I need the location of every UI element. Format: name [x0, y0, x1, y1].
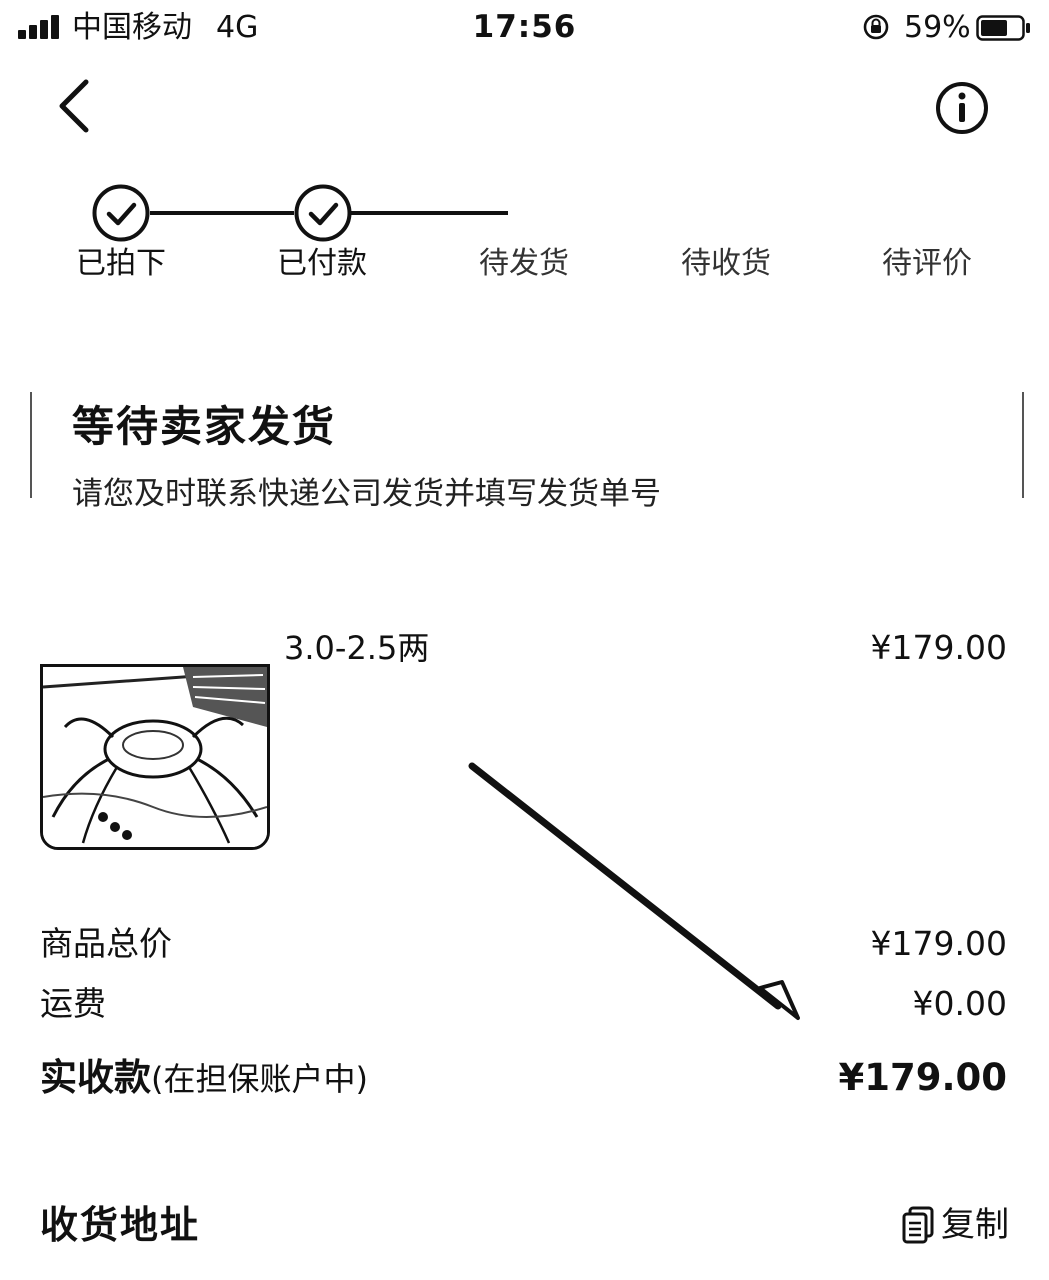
- order-status-card: 等待卖家发货 请您及时联系快递公司发货并填写发货单号: [30, 392, 1024, 512]
- copy-icon: [902, 1206, 934, 1244]
- chevron-left-icon: [59, 79, 89, 133]
- step-label: 待评价: [882, 246, 972, 281]
- crab-photo: [43, 667, 267, 847]
- address-section-title: 收货地址: [40, 1203, 201, 1247]
- step-label: 已付款: [277, 246, 367, 281]
- total-label-group: 实收款(在担保账户中): [40, 1056, 368, 1101]
- subtotal-value: ¥179.00: [870, 924, 1007, 963]
- copy-address-button[interactable]: 复制: [901, 1202, 1009, 1248]
- total-row: 实收款(在担保账户中) ¥179.00: [40, 1056, 1007, 1104]
- product-image[interactable]: [40, 664, 270, 850]
- step-label: 已拍下: [76, 246, 166, 281]
- progress-line: [150, 211, 294, 215]
- status-time: 17:56: [472, 9, 577, 45]
- subtotal-label: 商品总价: [40, 924, 172, 963]
- copy-label: 复制: [941, 1205, 1009, 1245]
- info-button[interactable]: [934, 80, 990, 136]
- step-complete-check-icon: [92, 184, 150, 242]
- total-label: 实收款: [40, 1056, 151, 1099]
- total-note: (在担保账户中): [151, 1060, 368, 1098]
- product-title[interactable]: 3.0-2.5两: [284, 628, 429, 668]
- status-bar: 中国移动 4G 17:56 59%: [0, 0, 1049, 56]
- subtotal-row: 商品总价 ¥179.00: [40, 922, 1007, 970]
- order-status-title: 等待卖家发货: [72, 402, 337, 451]
- info-icon: [936, 82, 988, 134]
- step-complete-check-icon: [294, 184, 352, 242]
- order-status-description: 请您及时联系快递公司发货并填写发货单号: [72, 476, 661, 512]
- battery-icon: [976, 15, 1030, 41]
- step-label: 待收货: [681, 246, 771, 281]
- shipping-label: 运费: [40, 984, 106, 1023]
- step-label: 待发货: [479, 246, 569, 281]
- rotation-lock-icon: [863, 14, 889, 40]
- product-price: ¥179.00: [870, 628, 1007, 667]
- back-button[interactable]: [48, 74, 108, 138]
- shipping-value: ¥0.00: [912, 984, 1007, 1023]
- progress-line: [350, 211, 508, 215]
- battery-percentage: 59%: [904, 10, 971, 45]
- shipping-row: 运费 ¥0.00: [40, 982, 1007, 1030]
- total-value: ¥179.00: [838, 1056, 1007, 1099]
- order-progress-steps: 已拍下 已付款 待发货 待收货 待评价: [0, 180, 1049, 290]
